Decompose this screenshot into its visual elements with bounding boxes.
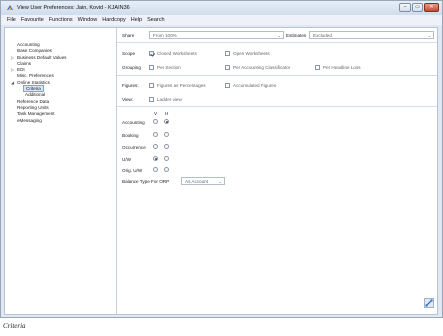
divider: [117, 75, 437, 76]
estimates-label: Estimates: [286, 33, 307, 38]
menu-help[interactable]: Help: [131, 17, 142, 23]
occurrence-v-radio[interactable]: [153, 144, 158, 149]
share-dropdown[interactable]: From 100% ⌄: [149, 31, 284, 39]
occurrence-h-radio[interactable]: [164, 144, 169, 149]
per-accounting-classificator-checkbox[interactable]: [225, 65, 230, 70]
grouping-label: Grouping: [122, 65, 141, 70]
scope-label: Scope: [122, 51, 136, 56]
divider: [117, 42, 437, 43]
uw-h-radio[interactable]: [164, 156, 169, 161]
closed-worksheets-checkbox[interactable]: [149, 51, 154, 56]
window-title: View User Preferences: Jain, Kovid - KJA…: [17, 5, 130, 11]
matrix-row-accounting: Accounting: [122, 120, 145, 125]
booking-v-radio[interactable]: [153, 132, 158, 137]
caption-text: Criteria: [3, 322, 26, 330]
title-bar: View User Preferences: Jain, Kovid - KJA…: [1, 1, 442, 15]
menu-window[interactable]: Window: [78, 17, 98, 23]
figures-label: Figures:: [122, 83, 139, 88]
matrix-header-v: V: [154, 111, 158, 116]
per-section-label: Per Section: [157, 65, 181, 70]
minimize-button[interactable]: –: [399, 3, 411, 12]
app-icon: [7, 5, 13, 10]
chevron-down-icon: ⌄: [427, 32, 431, 38]
share-label: Share: [122, 33, 135, 38]
open-worksheets-checkbox[interactable]: [225, 51, 230, 56]
navigation-tree: Accounting Base Companies ▷ Business Defa…: [5, 28, 117, 314]
chevron-down-icon: ⌄: [277, 32, 281, 38]
ladder-view-label: Ladder view: [157, 97, 182, 102]
orig-uw-h-radio[interactable]: [164, 167, 169, 172]
chevron-down-icon: ⌄: [218, 178, 222, 184]
matrix-row-uw: U/W: [122, 157, 131, 162]
figures-as-percentages-checkbox[interactable]: [149, 83, 154, 88]
maximize-button[interactable]: ▭: [412, 3, 423, 12]
accounting-h-radio[interactable]: [164, 119, 169, 124]
menu-bar: File Favourite Functions Window Hardcopy…: [1, 15, 442, 25]
matrix-header-h: H: [165, 111, 169, 116]
menu-functions[interactable]: Functions: [49, 17, 73, 23]
maximize-icon: ▭: [415, 4, 420, 10]
estimates-dropdown[interactable]: Excluded ⌄: [309, 31, 434, 39]
figures-as-percentages-label: Figures as Percentages: [157, 83, 206, 88]
open-worksheets-label: Open Worksheets: [233, 51, 270, 56]
per-section-checkbox[interactable]: [149, 65, 154, 70]
divider: [117, 106, 437, 107]
accumulated-figures-label: Accumulated Figures: [233, 83, 277, 88]
criteria-panel: Share From 100% ⌄ Estimates Excluded ⌄ Sco…: [117, 28, 437, 314]
menu-search[interactable]: Search: [147, 17, 164, 23]
uw-v-radio[interactable]: [153, 156, 158, 161]
caption-area: [0, 318, 443, 336]
ladder-view-checkbox[interactable]: [149, 97, 154, 102]
view-label: View:: [122, 97, 134, 102]
menu-favourite[interactable]: Favourite: [21, 17, 44, 23]
closed-worksheets-label: Closed Worksheets: [157, 51, 197, 56]
matrix-row-occurrence: Occurrence: [122, 145, 146, 150]
close-button[interactable]: ✕: [424, 3, 439, 12]
balance-type-dropdown[interactable]: As Account ⌄: [181, 177, 225, 185]
per-headline-loss-checkbox[interactable]: [315, 65, 320, 70]
per-headline-loss-label: Per Headline Loss: [323, 65, 361, 70]
matrix-row-booking: Booking: [122, 133, 139, 138]
menu-file[interactable]: File: [7, 17, 16, 23]
accumulated-figures-checkbox[interactable]: [225, 83, 230, 88]
tree-item-emessaging[interactable]: eMessaging: [5, 118, 117, 124]
network-icon[interactable]: [424, 298, 434, 308]
client-area: Accounting Base Companies ▷ Business Defa…: [4, 27, 438, 315]
matrix-row-orig-uw: Orig. U/W: [122, 168, 143, 173]
per-accounting-classificator-label: Per Accounting Classificator: [233, 65, 291, 70]
menu-hardcopy[interactable]: Hardcopy: [102, 17, 126, 23]
booking-h-radio[interactable]: [164, 132, 169, 137]
minimize-icon: –: [403, 4, 407, 10]
accounting-v-radio[interactable]: [153, 119, 158, 124]
balance-type-label: Balance Type For ORP: [122, 179, 170, 184]
app-window: View User Preferences: Jain, Kovid - KJA…: [0, 0, 443, 318]
orig-uw-v-radio[interactable]: [153, 167, 158, 172]
close-icon: ✕: [429, 4, 434, 10]
